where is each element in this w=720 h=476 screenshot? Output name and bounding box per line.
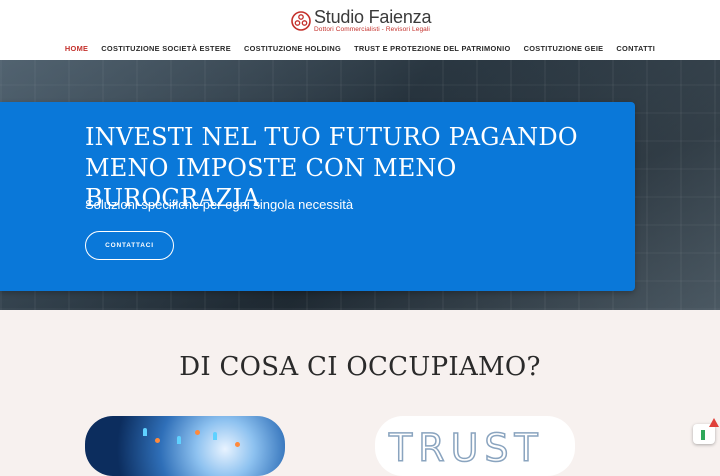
nav-item-contatti[interactable]: CONTATTI [616,44,655,53]
person-icon [143,428,147,436]
main-nav: HOME COSTITUZIONE SOCIETÀ ESTERE COSTITU… [0,44,720,53]
recaptcha-badge-icon[interactable] [693,418,719,444]
hero-box: INVESTI NEL TUO FUTURO PAGANDO MENO IMPO… [0,102,635,291]
brand-name: Studio Faienza [314,7,432,28]
warning-icon [709,418,719,427]
nav-item-costituzione-geie[interactable]: COSTITUZIONE GEIE [524,44,604,53]
nav-item-costituzione-societa-estere[interactable]: COSTITUZIONE SOCIETÀ ESTERE [101,44,231,53]
badge-bar-icon [701,430,705,440]
person-icon [213,432,217,440]
services-title: DI COSA CI OCCUPIAMO? [179,352,541,382]
network-node [235,442,240,447]
site-header: Studio Faienza Dottori Commercialisti - … [0,0,720,60]
logo[interactable]: Studio Faienza Dottori Commercialisti - … [291,8,431,34]
network-node [195,430,200,435]
brand-tagline: Dottori Commercialisti - Revisori Legali [314,26,430,34]
trust-image-text: TRUST [388,425,544,471]
network-node [155,438,160,443]
service-card-image-trust[interactable]: TRUST [375,416,575,476]
hero-section: INVESTI NEL TUO FUTURO PAGANDO MENO IMPO… [0,60,720,310]
hero-subtitle: Soluzioni specifiche per ogni singola ne… [85,197,354,212]
nav-item-home[interactable]: HOME [65,44,88,53]
logo-emblem-icon [291,11,311,31]
nav-item-trust[interactable]: TRUST E PROTEZIONE DEL PATRIMONIO [354,44,510,53]
nav-item-costituzione-holding[interactable]: COSTITUZIONE HOLDING [244,44,341,53]
person-icon [177,436,181,444]
service-card-image-network[interactable] [85,416,285,476]
contact-button[interactable]: CONTATTACI [85,231,174,260]
